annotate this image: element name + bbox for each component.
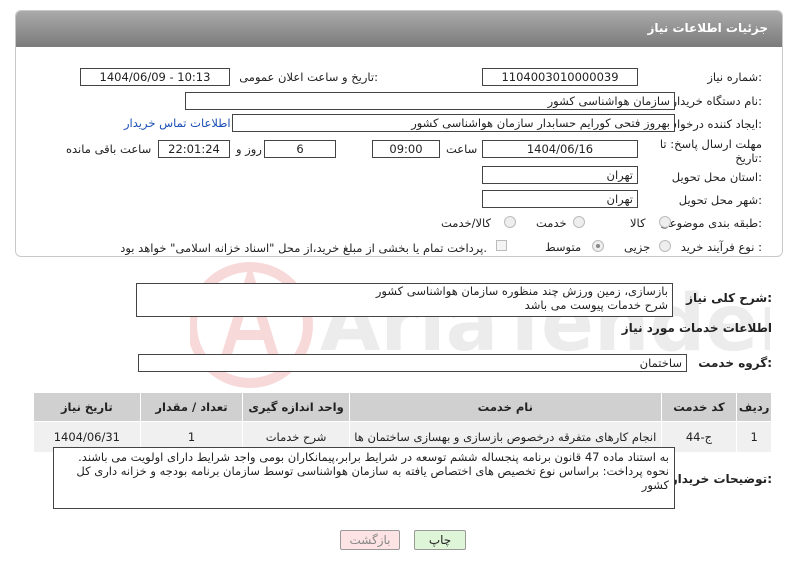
deadline-time-label: ساعت [446,142,478,156]
col-header-unit: واحد اندازه گیری [242,392,350,422]
table-header-row: ردیف کد خدمت نام خدمت واحد اندازه گیری ت… [33,392,772,422]
contact-info-link[interactable]: اطلاعات تماس خریدار [124,116,231,130]
remaining-label: ساعت باقی مانده [66,142,152,156]
category-label: طبقه بندی موضوعی: [660,216,762,230]
col-header-row-num: ردیف [736,392,772,422]
service-group-field: ساختمان [138,354,687,372]
city-field: تهران [482,190,638,208]
services-table: ردیف کد خدمت نام خدمت واحد اندازه گیری ت… [33,392,772,453]
announce-field: 1404/06/09 - 10:13 [80,68,230,86]
city-label: شهر محل تحویل: [678,193,762,207]
services-section-title: اطلاعات خدمات مورد نیاز [621,321,772,335]
print-button[interactable]: چاپ [414,530,466,550]
summary-line-1: بازسازی، زمین ورزش چند منظوره سازمان هوا… [375,284,668,298]
category-option-goods: کالا [630,216,646,230]
creator-field: بهروز فتحی کورایم حسابدار سازمان هواشناس… [232,114,675,132]
category-option-both: کالا/خدمت [441,216,492,230]
col-header-need-date: تاریخ نیاز [33,392,141,422]
remaining-time-field: 22:01:24 [158,140,230,158]
days-remaining-field: 6 [264,140,336,158]
province-label: استان محل تحویل: [671,170,762,184]
summary-line-2: شرح خدمات پیوست می باشد [524,298,668,312]
summary-textarea[interactable]: بازسازی، زمین ورزش چند منظوره سازمان هوا… [136,283,673,317]
buyer-org-label: نام دستگاه خریدار: [671,94,762,108]
summary-label: شرح کلی نیاز: [686,291,772,305]
days-label: روز و [236,142,262,156]
treasury-payment-checkbox[interactable] [496,240,507,251]
buyer-org-field: سازمان هواشناسی کشور [185,92,675,110]
treasury-payment-note: پرداخت تمام یا بخشی از مبلغ خرید،از محل … [120,241,487,255]
deadline-label: مهلت ارسال پاسخ: تا تاریخ: [659,137,762,165]
province-field: تهران [482,166,638,184]
back-button[interactable]: بازگشت [340,530,400,550]
deadline-time-field: 09:00 [372,140,440,158]
service-group-label: گروه خدمت: [698,356,772,370]
category-radio-goods[interactable] [659,216,671,228]
panel-header: جزئیات اطلاعات نیاز [16,11,782,47]
buyer-notes-label: توضیحات خریدار: [670,472,772,486]
col-header-quantity: تعداد / مقدار [139,392,244,422]
deadline-date-field: 1404/06/16 [482,140,638,158]
category-option-service: خدمت [536,216,567,230]
need-number-field: 1104003010000039 [482,68,638,86]
buyer-notes-textarea[interactable]: به استناد ماده 47 قانون برنامه پنجساله ش… [53,447,675,509]
cell-row-num: 1 [736,421,772,453]
col-header-service-code: کد خدمت [660,392,738,422]
process-label: نوع فرآیند خرید : [680,240,762,254]
col-header-service-name: نام خدمت [348,392,662,422]
process-radio-medium[interactable] [592,240,604,252]
process-radio-minor[interactable] [659,240,671,252]
announce-label: تاریخ و ساعت اعلان عمومی: [239,70,378,84]
process-option-medium: متوسط [545,240,582,254]
category-radio-both[interactable] [504,216,516,228]
process-option-minor: جزیی [624,240,651,254]
panel-title: جزئیات اطلاعات نیاز [647,21,768,35]
category-radio-service[interactable] [573,216,585,228]
need-number-label: شماره نیاز: [707,70,762,84]
